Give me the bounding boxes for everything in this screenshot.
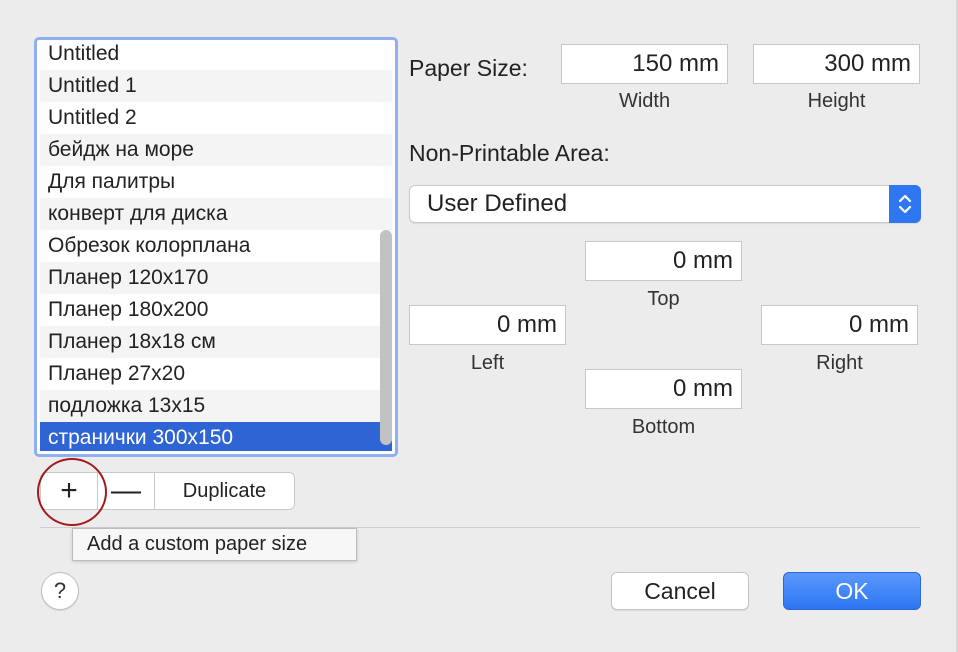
list-item[interactable]: Планер 18x18 см <box>40 326 392 358</box>
right-margin-field[interactable]: 0 mm <box>761 305 918 345</box>
right-label: Right <box>816 352 863 374</box>
list-item[interactable]: Untitled 1 <box>40 70 392 102</box>
bottom-label: Bottom <box>631 416 696 438</box>
ok-button[interactable]: OK <box>783 572 921 610</box>
minus-icon: — <box>111 474 141 507</box>
list-item[interactable]: бейдж на море <box>40 134 392 166</box>
paper-size-list-viewport: Untitled Untitled 1 Untitled 2 бейдж на … <box>40 43 392 451</box>
height-label: Height <box>807 90 866 112</box>
non-printable-area-label: Non-Printable Area: <box>409 140 610 166</box>
non-printable-area-popup[interactable]: User Defined <box>409 185 921 223</box>
tooltip: Add a custom paper size <box>72 528 357 561</box>
paper-size-list[interactable]: Untitled Untitled 1 Untitled 2 бейдж на … <box>34 37 398 457</box>
list-actions: + — Duplicate <box>40 472 295 510</box>
list-item[interactable]: Планер 27x20 <box>40 358 392 390</box>
list-item-selected[interactable]: странички 300x150 <box>40 422 392 451</box>
left-label: Left <box>470 352 505 374</box>
paper-height-field[interactable]: 300 mm <box>753 44 920 84</box>
paper-size-label: Paper Size: <box>409 55 528 81</box>
popup-selected-value: User Defined <box>427 190 568 217</box>
paper-width-field[interactable]: 150 mm <box>561 44 728 84</box>
remove-paper-size-button[interactable]: — <box>98 473 155 509</box>
top-label: Top <box>647 288 680 310</box>
top-margin-field[interactable]: 0 mm <box>585 241 742 281</box>
list-item[interactable]: конверт для диска <box>40 198 392 230</box>
list-scrollbar[interactable] <box>380 230 392 445</box>
list-item[interactable]: Untitled <box>40 43 392 70</box>
list-item[interactable]: Для палитры <box>40 166 392 198</box>
plus-icon: + <box>60 474 78 507</box>
left-margin-field[interactable]: 0 mm <box>409 305 566 345</box>
list-item[interactable]: подложка 13x15 <box>40 390 392 422</box>
list-item[interactable]: Планер 120x170 <box>40 262 392 294</box>
bottom-margin-field[interactable]: 0 mm <box>585 369 742 409</box>
help-button[interactable]: ? <box>41 572 79 610</box>
question-icon: ? <box>53 578 67 603</box>
cancel-button[interactable]: Cancel <box>611 572 749 610</box>
list-item[interactable]: Обрезок колорплана <box>40 230 392 262</box>
add-paper-size-button[interactable]: + <box>41 473 98 509</box>
chevron-up-down-icon <box>889 185 921 223</box>
list-item[interactable]: Планер 180x200 <box>40 294 392 326</box>
width-label: Width <box>618 90 671 112</box>
paper-size-list-rows: Untitled Untitled 1 Untitled 2 бейдж на … <box>40 43 392 451</box>
duplicate-button[interactable]: Duplicate <box>155 473 294 509</box>
list-item[interactable]: Untitled 2 <box>40 102 392 134</box>
